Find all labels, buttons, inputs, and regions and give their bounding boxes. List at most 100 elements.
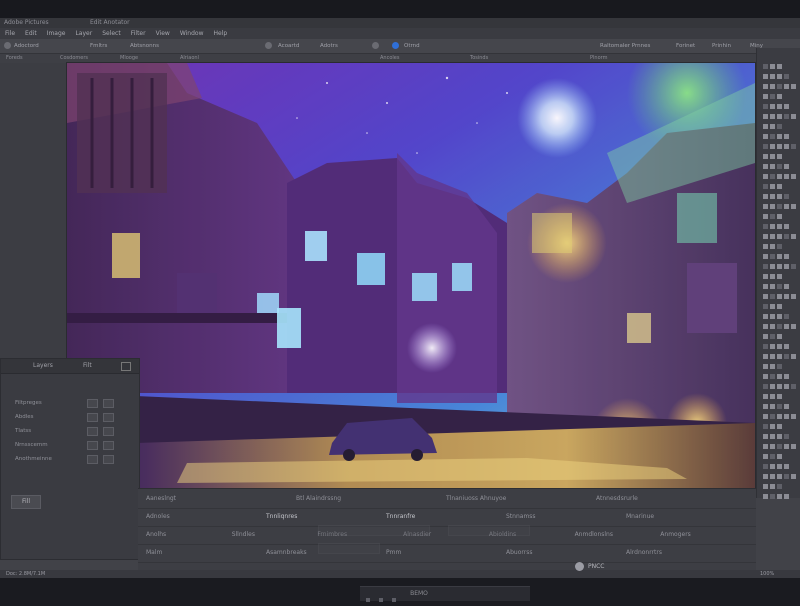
tool-icon[interactable] <box>763 284 768 289</box>
panel-menu-icon[interactable] <box>121 362 131 371</box>
tool-icon[interactable] <box>763 264 768 269</box>
tool-icon[interactable] <box>763 84 768 89</box>
tool-icon[interactable] <box>770 224 775 229</box>
property-label[interactable]: Tnnliqnres <box>266 513 297 521</box>
tool-icon[interactable] <box>791 294 796 299</box>
tool-icon[interactable] <box>763 214 768 219</box>
tool-icon[interactable] <box>777 484 782 489</box>
toolbar-button-g[interactable]: Raltomaler Prnnes <box>600 42 650 50</box>
settings-icon[interactable] <box>265 42 272 49</box>
tool-icon[interactable] <box>763 134 768 139</box>
toolbar-button-i[interactable]: Prinhin <box>712 42 731 50</box>
tool-icon[interactable] <box>763 104 768 109</box>
tool-icon[interactable] <box>784 254 789 259</box>
tool-icon[interactable] <box>784 84 789 89</box>
tool-icon[interactable] <box>791 144 796 149</box>
tool-icon[interactable] <box>770 84 775 89</box>
tool-icon[interactable] <box>777 204 782 209</box>
tool-icon[interactable] <box>770 394 775 399</box>
property-label[interactable]: Abuorrss <box>506 549 532 557</box>
menu-item-file[interactable]: File <box>0 28 20 39</box>
color-picker-icon[interactable] <box>392 42 399 49</box>
property-label[interactable]: Sllndles <box>232 531 255 539</box>
tool-icon[interactable] <box>770 114 775 119</box>
tool-icon[interactable] <box>777 114 782 119</box>
tool-icon[interactable] <box>777 104 782 109</box>
property-label[interactable]: Asamnbreaks <box>266 549 307 557</box>
tool-icon[interactable] <box>777 254 782 259</box>
tool-icon[interactable] <box>784 434 789 439</box>
layer-row[interactable]: Tlatss <box>15 427 31 435</box>
tool-icon[interactable] <box>777 404 782 409</box>
tool-icon[interactable] <box>777 324 782 329</box>
property-label[interactable]: Atnnesdsrurle <box>596 495 638 503</box>
property-field[interactable] <box>448 525 530 536</box>
layer-row[interactable]: Abdles <box>15 413 34 421</box>
tool-icon[interactable] <box>784 134 789 139</box>
tool-icon[interactable] <box>763 64 768 69</box>
menu-item-view[interactable]: View <box>151 28 175 39</box>
tool-icon[interactable] <box>763 364 768 369</box>
tool-icon[interactable] <box>777 134 782 139</box>
toolbar-button-e[interactable]: Adotrs <box>320 42 338 50</box>
tool-icon[interactable] <box>770 274 775 279</box>
tool-icon[interactable] <box>770 304 775 309</box>
layer-visibility-icon[interactable] <box>87 455 98 464</box>
toolbar2-item-0[interactable]: Foreds <box>6 54 23 63</box>
tool-icon[interactable] <box>784 144 789 149</box>
tool-icon[interactable] <box>763 374 768 379</box>
tool-icon[interactable] <box>770 214 775 219</box>
menu-item-layer[interactable]: Layer <box>70 28 97 39</box>
tool-icon[interactable] <box>784 224 789 229</box>
tool-icon[interactable] <box>777 374 782 379</box>
tool-icon[interactable] <box>784 194 789 199</box>
tool-icon[interactable] <box>763 494 768 499</box>
tool-icon[interactable] <box>791 204 796 209</box>
document-canvas[interactable] <box>66 62 756 490</box>
property-label[interactable]: Btl Alaindrssng <box>296 495 341 503</box>
tool-icon[interactable] <box>777 234 782 239</box>
tool-icon[interactable] <box>784 404 789 409</box>
tool-icon[interactable] <box>770 404 775 409</box>
tool-icon[interactable] <box>770 244 775 249</box>
tool-icon[interactable] <box>777 354 782 359</box>
tool-icon[interactable] <box>777 304 782 309</box>
property-label[interactable]: Adnoles <box>146 513 170 521</box>
tool-icon[interactable] <box>763 424 768 429</box>
tool-icon[interactable] <box>777 184 782 189</box>
tool-icon[interactable] <box>770 164 775 169</box>
tool-icon[interactable] <box>777 434 782 439</box>
tool-icon[interactable] <box>770 344 775 349</box>
menu-item-help[interactable]: Help <box>209 28 233 39</box>
tool-icon[interactable] <box>784 414 789 419</box>
tool-icon[interactable] <box>770 134 775 139</box>
tool-icon[interactable] <box>777 444 782 449</box>
tool-icon[interactable] <box>784 374 789 379</box>
tool-icon[interactable] <box>777 384 782 389</box>
tool-icon[interactable] <box>777 424 782 429</box>
menu-item-edit[interactable]: Edit <box>20 28 42 39</box>
tool-icon[interactable] <box>777 214 782 219</box>
tool-icon[interactable] <box>763 114 768 119</box>
property-field[interactable] <box>318 543 380 554</box>
tool-icon[interactable] <box>777 464 782 469</box>
tool-icon[interactable] <box>784 234 789 239</box>
tool-icon[interactable] <box>763 194 768 199</box>
property-label[interactable]: Tnnranfre <box>386 513 415 521</box>
document-tab[interactable]: Edit Anotator <box>90 18 130 28</box>
tool-icon[interactable] <box>770 94 775 99</box>
tool-icon[interactable] <box>770 234 775 239</box>
tool-icon[interactable] <box>770 454 775 459</box>
property-label[interactable]: Pmm <box>386 549 401 557</box>
layer-lock-icon[interactable] <box>103 399 114 408</box>
tool-icon[interactable] <box>763 234 768 239</box>
tool-icon[interactable] <box>770 424 775 429</box>
tool-icon[interactable] <box>763 164 768 169</box>
fill-button[interactable]: Fill <box>11 495 41 509</box>
layer-visibility-icon[interactable] <box>87 399 98 408</box>
toolbar-button-a[interactable]: Adoctord <box>14 42 39 50</box>
tool-icon[interactable] <box>770 354 775 359</box>
tool-icon[interactable] <box>763 204 768 209</box>
layer-lock-icon[interactable] <box>103 441 114 450</box>
layer-lock-icon[interactable] <box>103 413 114 422</box>
